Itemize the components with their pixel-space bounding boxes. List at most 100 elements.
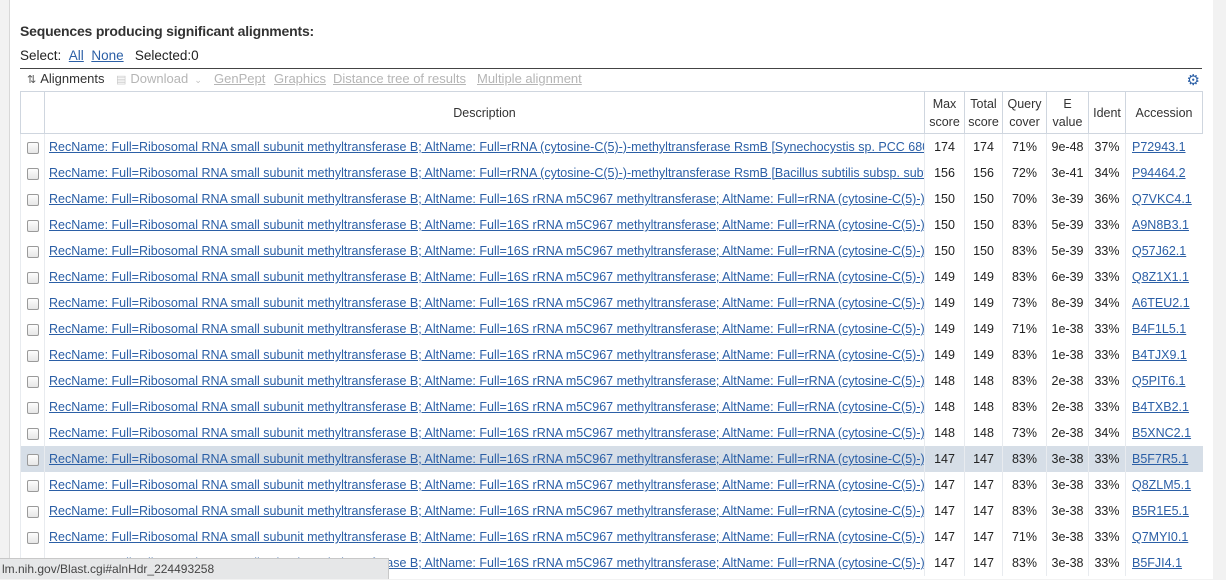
distance-tree-link[interactable]: Distance tree of results [333, 71, 466, 86]
table-row[interactable]: RecName: Full=Ribosomal RNA small subuni… [20, 368, 1203, 394]
table-row[interactable]: RecName: Full=Ribosomal RNA small subuni… [20, 524, 1203, 550]
accession-link[interactable]: P72943.1 [1132, 140, 1186, 154]
accession-link[interactable]: Q7MYI0.1 [1132, 530, 1188, 544]
table-row[interactable]: RecName: Full=Ribosomal RNA small subuni… [20, 160, 1203, 186]
table-row[interactable]: RecName: Full=Ribosomal RNA small subuni… [20, 212, 1203, 238]
multiple-alignment-link[interactable]: Multiple alignment [477, 71, 582, 86]
select-checkbox[interactable] [26, 427, 39, 440]
table-row[interactable]: RecName: Full=Ribosomal RNA small subuni… [20, 420, 1203, 446]
gear-icon[interactable]: ⚙ [1187, 71, 1200, 89]
description-link[interactable]: RecName: Full=Ribosomal RNA small subuni… [49, 530, 925, 544]
ident-header[interactable]: Ident [1088, 91, 1126, 134]
accession-link[interactable]: B4F1L5.1 [1132, 322, 1186, 336]
e-value-cell: 2e-38 [1046, 368, 1089, 394]
table-row[interactable]: RecName: Full=Ribosomal RNA small subuni… [20, 498, 1203, 524]
table-row[interactable]: RecName: Full=Ribosomal RNA small subuni… [20, 264, 1203, 290]
select-checkbox[interactable] [26, 271, 39, 284]
accession-link[interactable]: B5XNC2.1 [1132, 426, 1191, 440]
table-row[interactable]: RecName: Full=Ribosomal RNA small subuni… [20, 186, 1203, 212]
description-link[interactable]: RecName: Full=Ribosomal RNA small subuni… [49, 348, 925, 362]
query-cover-cell: 83% [1002, 342, 1047, 368]
select-checkbox[interactable] [26, 323, 39, 336]
description-link[interactable]: RecName: Full=Ribosomal RNA small subuni… [49, 322, 925, 336]
e-value-cell: 1e-38 [1046, 342, 1089, 368]
description-link[interactable]: RecName: Full=Ribosomal RNA small subuni… [49, 374, 925, 388]
accession-link[interactable]: B5F7R5.1 [1132, 452, 1188, 466]
select-checkbox[interactable] [26, 245, 39, 258]
select-checkbox[interactable] [26, 297, 39, 310]
genpept-link[interactable]: GenPept [214, 71, 265, 86]
ident-cell: 34% [1088, 420, 1126, 446]
query-cover-cell: 83% [1002, 368, 1047, 394]
accession-link[interactable]: Q57J62.1 [1132, 244, 1186, 258]
table-row[interactable]: RecName: Full=Ribosomal RNA small subuni… [20, 472, 1203, 498]
select-checkbox[interactable] [26, 141, 39, 154]
description-link[interactable]: RecName: Full=Ribosomal RNA small subuni… [49, 166, 925, 180]
select-all-link[interactable]: All [69, 48, 84, 63]
table-row[interactable]: RecName: Full=Ribosomal RNA small subuni… [20, 394, 1203, 420]
max-score-header[interactable]: Max score [924, 91, 965, 134]
select-checkbox[interactable] [26, 505, 39, 518]
table-row[interactable]: RecName: Full=Ribosomal RNA small subuni… [20, 133, 1203, 160]
accession-link[interactable]: Q8Z1X1.1 [1132, 270, 1189, 284]
accession-link[interactable]: A9N8B3.1 [1132, 218, 1189, 232]
description-link[interactable]: RecName: Full=Ribosomal RNA small subuni… [49, 400, 925, 414]
description-cell: RecName: Full=Ribosomal RNA small subuni… [44, 186, 925, 212]
accession-link[interactable]: Q7VKC4.1 [1132, 192, 1192, 206]
accession-link[interactable]: B5FJI4.1 [1132, 556, 1182, 570]
description-link[interactable]: RecName: Full=Ribosomal RNA small subuni… [49, 192, 925, 206]
query-cover-cell: 83% [1002, 472, 1047, 498]
table-row[interactable]: RecName: Full=Ribosomal RNA small subuni… [20, 342, 1203, 368]
description-link[interactable]: RecName: Full=Ribosomal RNA small subuni… [49, 478, 925, 492]
description-link[interactable]: RecName: Full=Ribosomal RNA small subuni… [49, 218, 925, 232]
select-checkbox[interactable] [26, 479, 39, 492]
select-none-link[interactable]: None [91, 48, 123, 63]
select-checkbox[interactable] [26, 349, 39, 362]
checkbox-cell [20, 420, 45, 446]
select-checkbox[interactable] [26, 193, 39, 206]
accession-link[interactable]: Q5PIT6.1 [1132, 374, 1186, 388]
checkbox-cell [20, 524, 45, 550]
e-value-header[interactable]: Evalue [1046, 91, 1089, 134]
description-link[interactable]: RecName: Full=Ribosomal RNA small subuni… [49, 244, 925, 258]
select-checkbox[interactable] [26, 401, 39, 414]
alignments-button[interactable]: ⇅ Alignments [27, 71, 105, 86]
accession-link[interactable]: A6TEU2.1 [1132, 296, 1190, 310]
description-link[interactable]: RecName: Full=Ribosomal RNA small subuni… [49, 452, 925, 466]
max-score-cell: 147 [924, 446, 965, 472]
description-cell: RecName: Full=Ribosomal RNA small subuni… [44, 368, 925, 394]
description-header[interactable]: Description [44, 91, 925, 134]
accession-link[interactable]: B4TJX9.1 [1132, 348, 1187, 362]
accession-link[interactable]: B5R1E5.1 [1132, 504, 1189, 518]
description-link[interactable]: RecName: Full=Ribosomal RNA small subuni… [49, 426, 925, 440]
download-button[interactable]: ▤ Download ⌄ [116, 71, 202, 86]
ident-cell: 33% [1088, 264, 1126, 290]
query-cover-cell: 73% [1002, 420, 1047, 446]
total-score-cell: 149 [964, 342, 1003, 368]
select-checkbox[interactable] [26, 453, 39, 466]
select-checkbox[interactable] [26, 167, 39, 180]
description-link[interactable]: RecName: Full=Ribosomal RNA small subuni… [49, 504, 925, 518]
total-score-header[interactable]: Total score [964, 91, 1003, 134]
description-cell: RecName: Full=Ribosomal RNA small subuni… [44, 420, 925, 446]
table-row[interactable]: RecName: Full=Ribosomal RNA small subuni… [20, 316, 1203, 342]
description-link[interactable]: RecName: Full=Ribosomal RNA small subuni… [49, 270, 925, 284]
ident-cell: 33% [1088, 238, 1126, 264]
description-link[interactable]: RecName: Full=Ribosomal RNA small subuni… [49, 140, 925, 154]
graphics-link[interactable]: Graphics [274, 71, 326, 86]
select-checkbox[interactable] [26, 219, 39, 232]
table-row[interactable]: RecName: Full=Ribosomal RNA small subuni… [20, 238, 1203, 264]
select-checkbox[interactable] [26, 531, 39, 544]
select-checkbox[interactable] [26, 375, 39, 388]
table-row[interactable]: RecName: Full=Ribosomal RNA small subuni… [20, 290, 1203, 316]
checkbox-cell [20, 446, 45, 472]
query-cover-header[interactable]: Query cover [1002, 91, 1047, 134]
e-value-cell: 3e-38 [1046, 498, 1089, 524]
ident-cell: 33% [1088, 394, 1126, 420]
accession-link[interactable]: Q8ZLM5.1 [1132, 478, 1191, 492]
description-link[interactable]: RecName: Full=Ribosomal RNA small subuni… [49, 296, 925, 310]
accession-header[interactable]: Accession [1125, 91, 1203, 134]
accession-link[interactable]: P94464.2 [1132, 166, 1186, 180]
table-row[interactable]: RecName: Full=Ribosomal RNA small subuni… [20, 446, 1203, 472]
accession-link[interactable]: B4TXB2.1 [1132, 400, 1189, 414]
